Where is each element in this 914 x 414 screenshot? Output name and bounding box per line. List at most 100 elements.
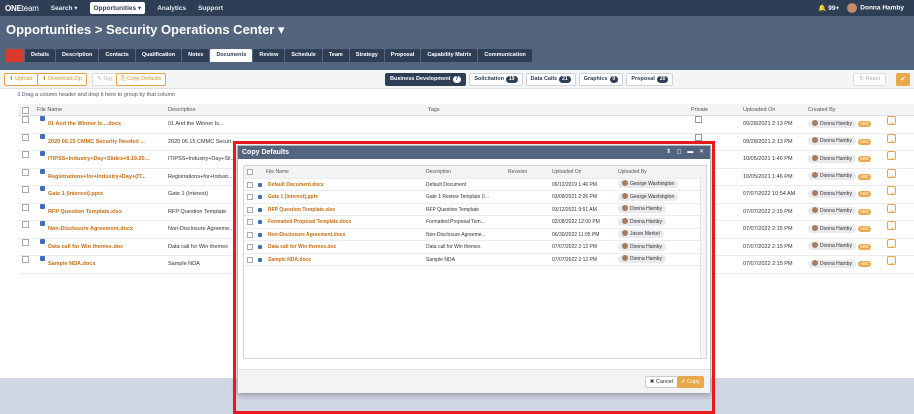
restore-icon[interactable]: ↺ (887, 151, 896, 160)
list-item[interactable]: Data call for Win themes.doc Data call fo… (244, 241, 706, 254)
file-name-link[interactable]: 01 And the Winner Is....docx (48, 116, 163, 134)
tab-team[interactable]: Team (322, 49, 349, 62)
list-item[interactable]: Default Document.docx Default Document 06/… (244, 179, 706, 192)
nav-opportunities[interactable]: Opportunities ▾ (89, 2, 146, 14)
list-item[interactable]: RFP Question Template.xlsx RFP Question T… (244, 204, 706, 217)
tab-documents[interactable]: Documents (210, 49, 253, 62)
row-checkbox[interactable] (22, 186, 29, 193)
row-checkbox[interactable] (22, 151, 29, 158)
select-all-checkbox[interactable] (22, 106, 29, 114)
restore-icon[interactable]: ↺ (887, 221, 896, 230)
row-checkbox[interactable] (22, 116, 29, 123)
list-item[interactable]: Sample NDA.docx Sample NDA 07/07/2022 2:12… (244, 254, 706, 267)
nav-support[interactable]: Support (198, 5, 223, 12)
row-checkbox[interactable] (22, 256, 29, 263)
restore-icon[interactable]: ↺ (887, 203, 896, 213)
file-name-link[interactable]: RFP Question Template.xlsx (48, 204, 163, 222)
file-name-link[interactable]: Non-Disclosure Agreement.docx (268, 229, 418, 242)
file-name-link[interactable]: Data call for Win themes.doc (48, 239, 163, 257)
select-all-checkbox[interactable] (247, 169, 253, 175)
notifications-bell-icon[interactable]: 🔔 99+ (818, 4, 839, 12)
download-zip-button[interactable]: ⬇ Download Zip (37, 73, 87, 86)
restore-icon[interactable]: ↺ (887, 238, 896, 248)
column-header-description[interactable]: Description (168, 104, 196, 116)
column-header-file-name[interactable]: File Name (266, 166, 289, 179)
file-name-link[interactable]: Gate 1 (Interest).pptx (268, 191, 418, 204)
tab-notes[interactable]: Notes (182, 49, 210, 62)
private-checkbox[interactable] (695, 116, 702, 123)
column-header-uploaded-by[interactable]: Uploaded By (618, 166, 647, 179)
filter-solicitation[interactable]: Solicitation 19 (469, 73, 523, 86)
row-checkbox[interactable] (247, 244, 253, 250)
private-checkbox[interactable] (695, 133, 702, 141)
file-name-link[interactable]: Non-Disclosure Agreement.docx (48, 221, 163, 239)
restore-icon[interactable]: ↺ (887, 186, 896, 195)
tab-qualification[interactable]: Qualification (135, 49, 182, 62)
row-checkbox[interactable] (247, 256, 253, 263)
row-checkbox[interactable] (22, 133, 29, 141)
tab-contacts[interactable]: Contacts (99, 49, 135, 62)
nav-search[interactable]: Search ▾ (51, 4, 78, 12)
upload-button[interactable]: ⬆ Upload (4, 73, 38, 86)
window-controls-icon[interactable]: ⇕ ◻ ▬ ✕ (666, 146, 706, 159)
list-item[interactable]: Formatted Proposal Template.docx Formatte… (244, 216, 706, 229)
filter-graphics[interactable]: Graphics 0 (578, 73, 624, 86)
tag-button[interactable]: ✎ Tag (92, 73, 117, 86)
column-header-uploaded-on[interactable]: Uploaded On (743, 104, 775, 116)
row-checkbox[interactable] (22, 221, 29, 228)
flag-icon[interactable] (6, 49, 24, 62)
reset-button[interactable]: ↻ Reset (853, 73, 886, 86)
file-name-link[interactable]: Formatted Proposal Template.docx (268, 216, 418, 229)
column-header-created-by[interactable]: Created By (808, 104, 836, 116)
tab-review[interactable]: Review (253, 49, 285, 62)
restore-icon[interactable]: ↺ (887, 168, 896, 178)
column-header-private[interactable]: Private (691, 104, 708, 116)
tab-communication[interactable]: Communication (478, 49, 532, 62)
page-title[interactable]: Opportunities > Security Operations Cent… (6, 22, 285, 38)
tab-details[interactable]: Details (25, 49, 56, 62)
restore-icon[interactable]: ↺ (887, 133, 896, 143)
row-checkbox[interactable] (22, 203, 29, 211)
nav-analytics[interactable]: Analytics (157, 5, 186, 12)
copy-defaults-button[interactable]: ⎘ Copy Defaults (116, 73, 167, 86)
row-checkbox[interactable] (22, 168, 29, 176)
column-header-revision[interactable]: Revision (508, 166, 527, 179)
file-name-link[interactable]: Default Document.docx (268, 179, 418, 192)
list-item[interactable]: Non-Disclosure Agreement.docx Non-Disclos… (244, 229, 706, 242)
tab-schedule[interactable]: Schedule (285, 49, 322, 62)
filter-data-calls[interactable]: Data Calls 21 (525, 73, 576, 86)
user-menu[interactable]: Donna Hamby (847, 3, 904, 13)
table-row[interactable]: 01 And the Winner Is....docx 01 And the W… (18, 116, 914, 134)
row-checkbox[interactable] (247, 194, 253, 200)
copy-button[interactable]: ✔ Copy (677, 376, 704, 388)
file-name-link[interactable]: ITIPSS+Industry+Day+Slides+8.19.20... (48, 151, 163, 169)
row-checkbox[interactable] (247, 206, 253, 213)
file-name-link[interactable]: RFP Question Template.xlsx (268, 204, 418, 217)
column-header-description[interactable]: Description (426, 166, 451, 179)
row-checkbox[interactable] (247, 219, 253, 225)
restore-icon[interactable]: ↺ (887, 116, 896, 125)
file-name-link[interactable]: Data call for Win themes.doc (268, 241, 418, 254)
filter-proposal[interactable]: Proposal 20 (626, 73, 674, 86)
file-name-link[interactable]: Sample NDA.docx (268, 254, 418, 267)
tab-strategy[interactable]: Strategy (349, 49, 384, 62)
row-checkbox[interactable] (22, 238, 29, 246)
tab-capability-matrix[interactable]: Capability Matrix (421, 49, 478, 62)
row-checkbox[interactable] (247, 231, 253, 238)
cancel-button[interactable]: ✖ Cancel (644, 376, 678, 388)
file-name-link[interactable]: Gate 1 (Interest).pptx (48, 186, 163, 204)
tab-proposal[interactable]: Proposal (384, 49, 421, 62)
file-name-link[interactable]: Sample NDA.docx (48, 256, 163, 274)
confirm-button[interactable]: ✔ (896, 73, 910, 86)
filter-business-development[interactable]: Business Development 7 (385, 73, 467, 86)
restore-icon[interactable]: ↺ (887, 256, 896, 265)
file-name-link[interactable]: Registrations+for+Industry+Day+(IT... (48, 169, 163, 187)
row-checkbox[interactable] (247, 181, 253, 188)
column-header-uploaded-on[interactable]: Uploaded On (552, 166, 581, 179)
tab-description[interactable]: Description (56, 49, 99, 62)
file-name-link[interactable]: 2020 06.15 CMMC Security Needed ... (48, 134, 163, 152)
dialog-scrollbar[interactable] (700, 178, 706, 358)
app-logo[interactable]: ONEteam (5, 4, 39, 13)
list-item[interactable]: Gate 1 (Interest).pptx Gate 1 Review Temp… (244, 191, 706, 204)
column-header-file-name[interactable]: File Name (37, 104, 62, 116)
